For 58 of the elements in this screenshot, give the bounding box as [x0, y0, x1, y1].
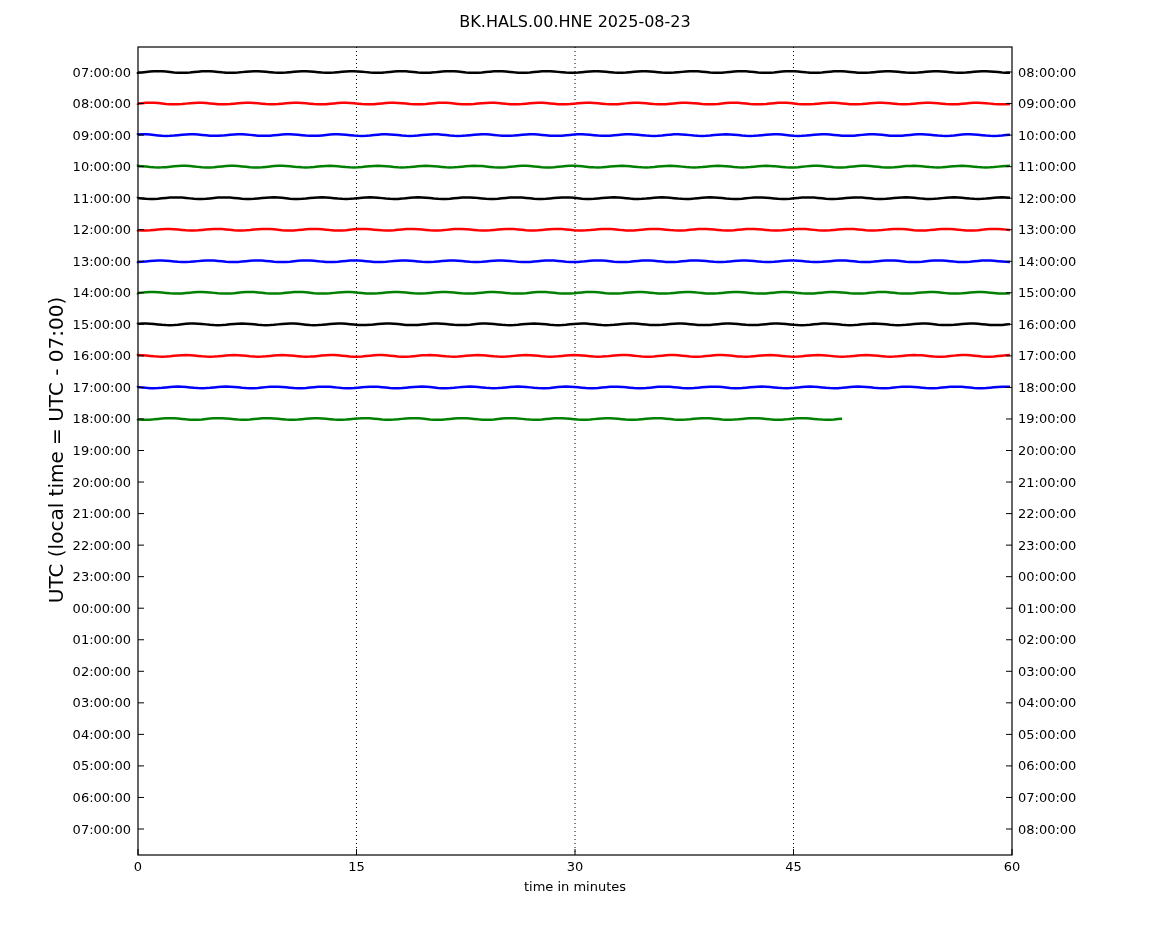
- y-tick-label: 01:00:00: [1018, 600, 1077, 616]
- x-tick-label: 0: [133, 859, 143, 874]
- y-tick-label: 09:00:00: [1018, 96, 1077, 112]
- y-tick-label: 16:00:00: [1018, 316, 1077, 332]
- y-tick-label: 05:00:00: [1018, 726, 1077, 742]
- x-tick-label: 45: [785, 859, 802, 874]
- y-tick-label: 17:00:00: [1018, 348, 1077, 364]
- y-tick-label: 04:00:00: [72, 726, 131, 742]
- y-tick-label: 03:00:00: [1018, 663, 1077, 679]
- y-tick-label: 19:00:00: [1018, 411, 1077, 427]
- y-tick-label: 21:00:00: [1018, 474, 1077, 490]
- y-tick-label: 00:00:00: [72, 600, 131, 616]
- y-tick-label: 10:00:00: [1018, 127, 1077, 143]
- y-tick-label: 10:00:00: [72, 159, 131, 175]
- y-tick-label: 13:00:00: [72, 253, 131, 269]
- x-axis-label: time in minutes: [523, 879, 627, 894]
- y-tick-label: 23:00:00: [72, 569, 131, 585]
- y-tick-label: 14:00:00: [1018, 253, 1077, 269]
- y-tick-label: 12:00:00: [1018, 190, 1077, 206]
- y-tick-label: 12:00:00: [72, 222, 131, 238]
- y-tick-label: 23:00:00: [1018, 537, 1077, 553]
- y-tick-label: 07:00:00: [1018, 789, 1077, 805]
- y-tick-label: 02:00:00: [72, 663, 131, 679]
- y-tick-label: 03:00:00: [72, 695, 131, 711]
- x-tick-label: 15: [348, 859, 365, 874]
- x-tick-label: 30: [566, 859, 584, 874]
- y-tick-label: 08:00:00: [1018, 64, 1077, 80]
- plot-title: BK.HALS.00.HNE 2025-08-23: [459, 12, 691, 31]
- y-tick-label: 01:00:00: [72, 632, 131, 648]
- y-tick-label: 08:00:00: [1018, 821, 1077, 837]
- y-tick-label: 11:00:00: [1018, 159, 1077, 175]
- y-tick-label: 17:00:00: [72, 379, 131, 395]
- y-tick-label: 15:00:00: [1018, 285, 1077, 301]
- y-tick-label: 05:00:00: [72, 758, 131, 774]
- y-tick-label: 13:00:00: [1018, 222, 1077, 238]
- y-axis-label: UTC (local time = UTC - 07:00): [44, 296, 68, 604]
- y-tick-label: 09:00:00: [72, 127, 131, 143]
- y-tick-label: 04:00:00: [1018, 695, 1077, 711]
- y-tick-label: 14:00:00: [72, 285, 131, 301]
- y-tick-label: 02:00:00: [1018, 632, 1077, 648]
- y-tick-label: 20:00:00: [72, 474, 131, 490]
- y-tick-label: 08:00:00: [72, 96, 131, 112]
- x-tick-label: 60: [1003, 859, 1021, 874]
- y-tick-label: 18:00:00: [1018, 379, 1077, 395]
- y-tick-label: 06:00:00: [1018, 758, 1077, 774]
- y-tick-label: 16:00:00: [72, 348, 131, 364]
- y-tick-label: 00:00:00: [1018, 569, 1077, 585]
- y-tick-label: 18:00:00: [72, 411, 131, 427]
- y-tick-label: 11:00:00: [72, 190, 131, 206]
- y-tick-label: 07:00:00: [72, 821, 131, 837]
- y-tick-label: 22:00:00: [72, 537, 131, 553]
- y-tick-label: 19:00:00: [72, 443, 131, 458]
- y-tick-label: 22:00:00: [1018, 506, 1077, 522]
- y-tick-label: 21:00:00: [72, 506, 131, 522]
- y-tick-label: 20:00:00: [1018, 443, 1077, 458]
- y-tick-label: 15:00:00: [72, 316, 131, 332]
- y-tick-label: 06:00:00: [72, 789, 131, 805]
- y-tick-label: 07:00:00: [72, 64, 131, 80]
